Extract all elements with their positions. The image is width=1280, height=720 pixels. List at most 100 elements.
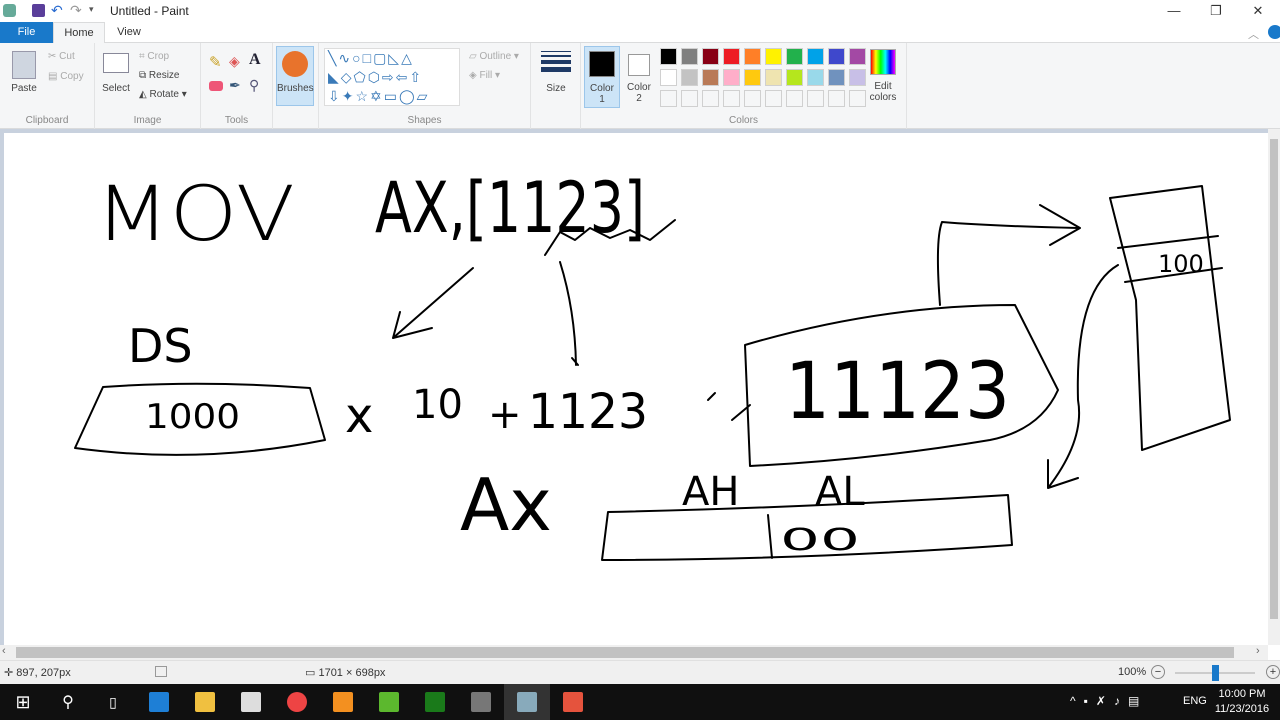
custom-color-slot[interactable] [828,90,845,107]
file-explorer-icon[interactable] [182,684,228,720]
brushes-button[interactable]: Brushes [276,46,314,106]
chrome-icon[interactable] [274,684,320,720]
system-tray-icons[interactable]: ^▪✗♪▤ [1070,694,1147,708]
pencil-icon[interactable]: ✎ [209,53,222,71]
customize-toolbar-icon[interactable]: ▾ [89,4,102,17]
clock[interactable]: 10:00 PM 11/23/2016 [1212,687,1272,717]
tab-file[interactable]: File [0,22,53,43]
paste-button[interactable]: Paste [8,83,40,94]
undo-icon[interactable]: ↶ [51,3,64,17]
custom-color-slot[interactable] [660,90,677,107]
color-swatch[interactable] [765,69,782,86]
custom-color-slot[interactable] [849,90,866,107]
horizontal-scroll-thumb[interactable] [16,647,1234,658]
vertical-scroll-thumb[interactable] [1270,139,1278,619]
arrow-to-memory [936,204,1081,306]
fill-button[interactable]: ◈ Fill ▾ [469,70,500,81]
custom-color-slot[interactable] [786,90,803,107]
custom-color-slot[interactable] [807,90,824,107]
color-swatch[interactable] [828,48,845,65]
custom-color-slot[interactable] [765,90,782,107]
custom-color-slot[interactable] [681,90,698,107]
tab-home[interactable]: Home [53,22,105,43]
clipboard-group: Paste ✂ Cut ▤ Copy Clipboard [0,43,95,129]
size-button[interactable]: Size [531,83,581,94]
zoom-in-button[interactable]: + [1266,665,1280,679]
start-button[interactable]: ⊞ [0,684,46,720]
help-icon[interactable] [1268,25,1280,39]
custom-color-slot[interactable] [723,90,740,107]
color-swatch[interactable] [849,48,866,65]
scroll-right-arrow[interactable]: › [1256,645,1260,657]
orange-app-icon[interactable] [320,684,366,720]
edge-icon[interactable] [136,684,182,720]
drawing-canvas[interactable]: MOV AX,[1123] DS 1000 x 10 + 1123 Ax AH … [4,133,1268,645]
collapse-ribbon-icon[interactable]: ︿ [1248,26,1259,42]
color-swatch[interactable] [702,69,719,86]
color-swatch[interactable] [807,69,824,86]
green-app-icon[interactable] [412,684,458,720]
size-icon [541,51,571,72]
color-swatch[interactable] [744,48,761,65]
size-group: Size [531,43,581,129]
close-button[interactable]: ✕ [1236,0,1280,22]
minimize-button[interactable]: — [1152,0,1196,22]
search-icon[interactable]: ⚲ [45,684,91,720]
custom-color-slot[interactable] [744,90,761,107]
copy-button[interactable]: ▤ Copy [48,71,84,82]
color-swatch[interactable] [681,69,698,86]
camtasia-icon[interactable] [366,684,412,720]
color-swatch[interactable] [681,48,698,65]
paint-app-icon[interactable] [3,4,16,17]
paint-taskbar-icon[interactable] [504,684,550,720]
color-swatch[interactable] [807,48,824,65]
zoom-out-button[interactable]: − [1151,665,1165,679]
color-swatch[interactable] [702,48,719,65]
shapes-gallery[interactable]: ╲∿○□▢◺△ ◣◇⬠⬡⇨⇦⇧ ⇩✦☆✡▭◯▱ [324,48,460,106]
color-swatch[interactable] [765,48,782,65]
zoom-slider-thumb[interactable] [1212,665,1219,681]
horizontal-scrollbar[interactable]: ‹ › [0,645,1268,660]
store-icon[interactable] [228,684,274,720]
text-tool-icon[interactable]: A [249,51,261,69]
color-swatch[interactable] [660,69,677,86]
select-button[interactable]: Select [101,83,131,94]
magnifier-icon[interactable]: ⚲ [249,77,259,94]
settings-icon[interactable] [458,684,504,720]
color-swatch[interactable] [786,69,803,86]
crop-button[interactable]: ⌗ Crop [139,51,169,62]
redo-icon[interactable]: ↷ [70,3,83,17]
color-swatch[interactable] [723,48,740,65]
color-swatch[interactable] [744,69,761,86]
rotate-label: Rotate [149,89,179,100]
cut-button[interactable]: ✂ Cut [48,51,75,62]
custom-color-slot[interactable] [702,90,719,107]
language-indicator[interactable]: ENG [1183,695,1207,707]
vertical-scrollbar[interactable] [1268,129,1280,645]
scroll-left-arrow[interactable]: ‹ [2,645,6,657]
fill-bucket-icon[interactable]: ◈ [229,53,240,70]
text-ten: 10 [412,382,463,428]
brushes-label: Brushes [277,83,314,94]
tools-group: ✎ ◈ A ✒ ⚲ Tools [201,43,273,129]
color-swatch[interactable] [828,69,845,86]
arrow-to-offset [559,261,579,366]
restore-button[interactable]: ❐ [1194,0,1238,22]
color-swatch[interactable] [723,69,740,86]
tab-view[interactable]: View [105,22,153,43]
rotate-button[interactable]: ◭ Rotate ▾ [139,89,187,100]
color-swatch[interactable] [849,69,866,86]
resize-button[interactable]: ⧉ Resize [139,70,180,81]
recorder-icon[interactable] [550,684,596,720]
eraser-icon[interactable] [209,81,223,91]
task-view-icon[interactable]: ▯ [90,684,136,720]
color-swatch[interactable] [660,48,677,65]
edit-colors-button[interactable]: Edit colors [865,81,901,103]
outline-button[interactable]: ▱ Outline ▾ [469,51,519,62]
color-swatch[interactable] [786,48,803,65]
save-icon[interactable] [32,4,45,17]
image-group: Select ⌗ Crop ⧉ Resize ◭ Rotate ▾ Image [95,43,201,129]
color-picker-icon[interactable]: ✒ [229,77,241,94]
image-group-label: Image [133,115,162,126]
canvas-size: ▭ 1701 × 698px [305,667,386,679]
